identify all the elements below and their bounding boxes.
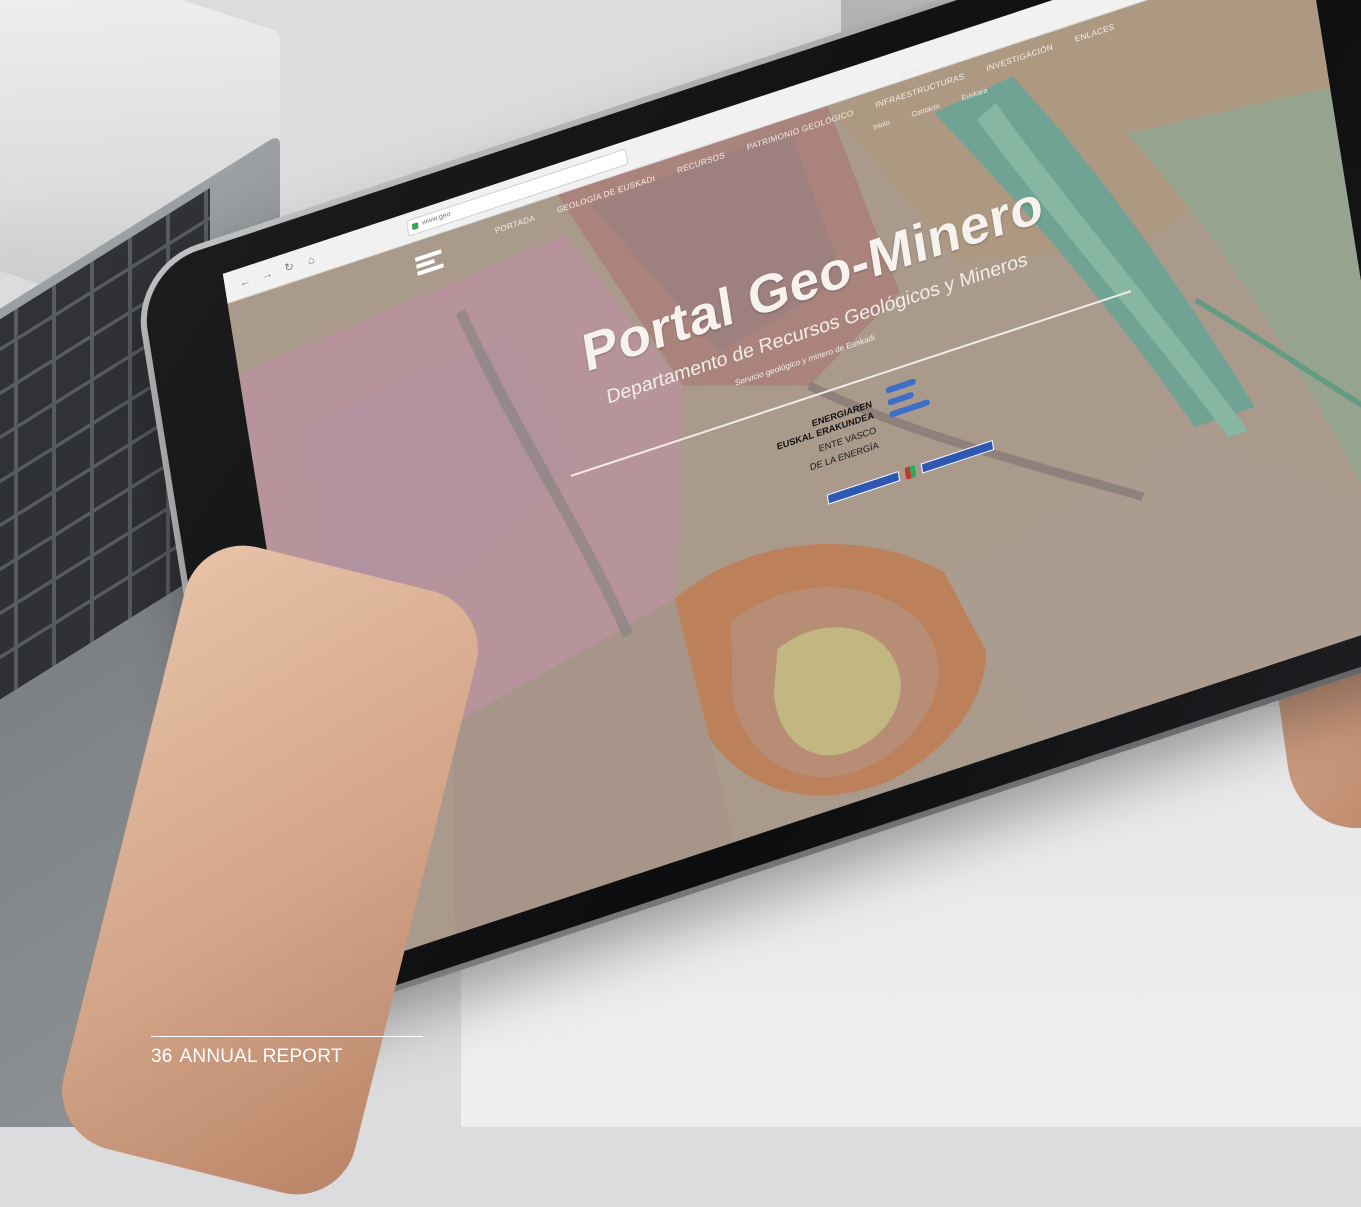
forward-icon[interactable]: → <box>260 267 274 283</box>
lock-icon <box>411 221 419 230</box>
footer-divider <box>151 1036 423 1037</box>
report-label: ANNUAL REPORT <box>179 1046 343 1067</box>
report-footer: 36 ANNUAL REPORT <box>151 1046 343 1068</box>
reload-icon[interactable]: ↻ <box>282 259 296 275</box>
back-icon[interactable]: ← <box>238 274 252 290</box>
page-number: 36 <box>151 1046 173 1067</box>
home-icon[interactable]: ⌂ <box>304 252 318 268</box>
url-text: www.geo <box>421 210 452 227</box>
